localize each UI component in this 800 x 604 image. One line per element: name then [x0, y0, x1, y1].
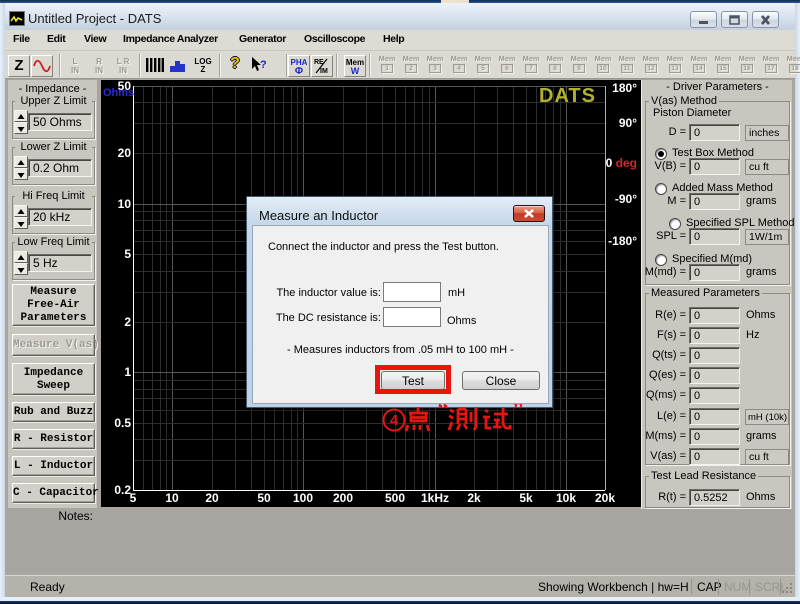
svg-text:IM: IM [320, 68, 328, 75]
svg-text:”: ” [512, 404, 524, 424]
svg-text:4: 4 [390, 412, 399, 429]
svg-text:“: “ [437, 404, 449, 424]
svg-text:?: ? [260, 59, 267, 71]
